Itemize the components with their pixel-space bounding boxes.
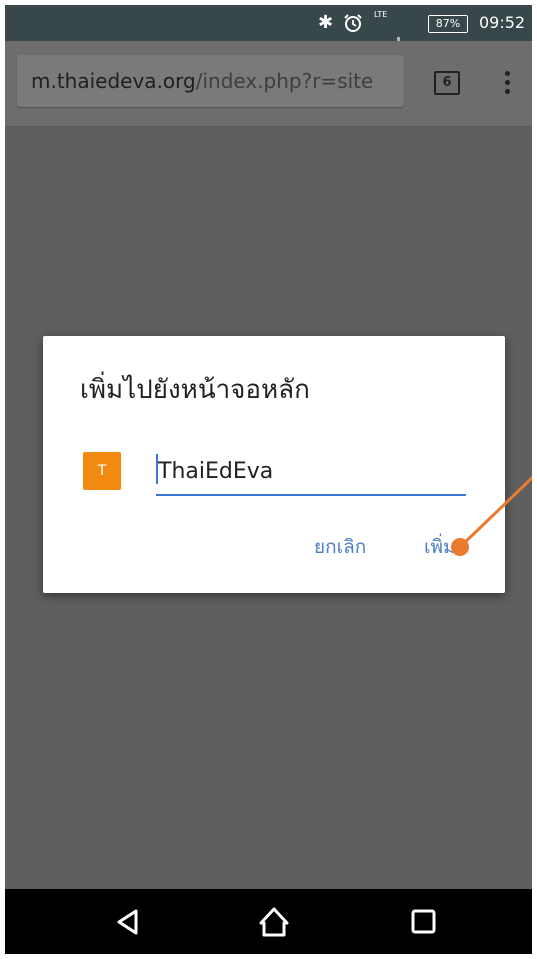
clock: 09:52	[479, 13, 526, 32]
recent-apps-icon[interactable]	[407, 905, 441, 939]
phone-screen: ✱ LTE 87% 09:52 m.thaiedeva.org/index.ph…	[5, 5, 532, 954]
alarm-clock-svg	[344, 14, 362, 32]
address-bar[interactable]: m.thaiedeva.org/index.php?r=site	[17, 55, 404, 107]
url-host: m.thaiedeva.org	[31, 69, 196, 93]
overflow-menu-icon[interactable]	[505, 71, 511, 95]
shortcut-name-input[interactable]	[156, 448, 466, 496]
add-button[interactable]: เพิ่ม	[424, 532, 456, 562]
url-text: m.thaiedeva.org/index.php?r=site	[31, 55, 401, 107]
back-triangle-icon[interactable]	[111, 905, 145, 939]
dialog-title: เพิ่มไปยังหน้าจอหลัก	[80, 375, 310, 405]
alarm-icon	[343, 5, 363, 41]
bluetooth-icon: ✱	[318, 12, 334, 33]
battery-indicator: 87%	[428, 15, 468, 33]
app-icon: T	[83, 452, 121, 490]
url-path: /index.php?r=site	[195, 69, 374, 93]
cancel-button[interactable]: ยกเลิก	[314, 532, 366, 562]
text-cursor	[156, 454, 158, 484]
navigation-bar	[5, 889, 532, 954]
home-icon[interactable]	[257, 905, 291, 939]
tab-switcher-button[interactable]: 6	[434, 71, 460, 95]
add-to-homescreen-dialog: เพิ่มไปยังหน้าจอหลัก T ยกเลิก เพิ่ม	[43, 336, 505, 593]
status-bar: ✱ LTE 87% 09:52	[5, 5, 532, 53]
browser-toolbar: m.thaiedeva.org/index.php?r=site 6	[5, 41, 532, 127]
